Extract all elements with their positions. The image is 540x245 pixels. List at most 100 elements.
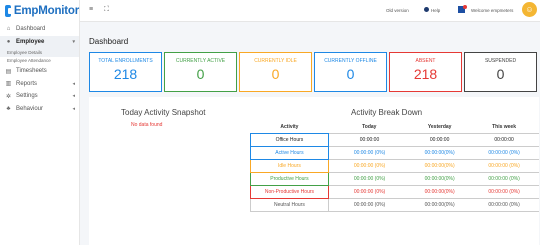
this-week-cell: 00:00:00 (0%) — [469, 158, 539, 173]
sidebar-subitem-employee-attendance[interactable]: Employee Attendance — [0, 57, 79, 66]
card-value: 0 — [271, 66, 280, 82]
card-value: 0 — [196, 66, 205, 82]
empmonitor-logo-icon — [5, 5, 14, 17]
breakdown-title: Activity Break Down — [351, 108, 423, 117]
this-week-cell: 00:00:00 (0%) — [469, 184, 539, 199]
sidebar-item-timesheets[interactable]: ▤ Timesheets — [0, 65, 79, 78]
card-label: CURRENTLY OFFLINE — [324, 58, 377, 64]
sidebar-subitem-label: Employee Attendance — [7, 58, 51, 64]
sidebar-item-label: Employee — [16, 38, 45, 45]
today-cell: 00:00:00 (0%) — [328, 171, 411, 186]
sidebar-item-label: Timesheets — [16, 68, 47, 75]
this-week-cell: 00:00:00 — [469, 132, 539, 147]
fullscreen-icon[interactable]: ⛶ — [104, 6, 109, 14]
stat-cards: TOTAL ENROLLMENTS 218 CURRENTLY ACTIVE 0… — [89, 52, 537, 92]
yesterday-cell: 00:00:00(0%) — [410, 145, 470, 160]
sidebar-subitem-employee-details[interactable]: Employee Details — [0, 48, 79, 57]
activity-breakdown-table: Activity Today Yesterday This week Offic… — [250, 122, 539, 212]
welcome-text: Welcome empmeters — [471, 8, 514, 13]
card-value: 218 — [113, 66, 138, 82]
card-label: ABSENT — [415, 58, 436, 64]
card-suspended[interactable]: SUSPENDED 0 — [464, 52, 537, 92]
notification-badge — [463, 5, 467, 9]
sidebar-item-label: Behaviour — [16, 105, 44, 112]
table-row: Idle Hours 00:00:00 (0%) 00:00:00(0%) 00:00… — [250, 158, 539, 173]
table-row: Active Hours 00:00:00 (0%) 00:00:00(0%) 00:… — [250, 145, 539, 160]
column-header-today: Today — [362, 124, 377, 131]
logo[interactable]: EmpMonitor — [0, 0, 79, 22]
activity-cell: Non-Productive Hours — [250, 184, 329, 199]
card-value: 0 — [346, 66, 355, 82]
table-row: Neutral Hours 00:00:00 (0%) 00:00:00(0%) 00… — [250, 197, 539, 212]
help-icon — [424, 7, 429, 12]
menu-icon[interactable]: ≡ — [89, 6, 93, 13]
sidebar: EmpMonitor ⌂ Dashboard ● Employee ▾ Empl… — [0, 0, 80, 245]
today-cell: 00:00:00 (0%) — [328, 145, 411, 160]
users-icon: ♣ — [6, 105, 11, 112]
this-week-cell: 00:00:00 (0%) — [469, 145, 539, 160]
chevron-left-icon: ◂ — [72, 80, 75, 87]
sidebar-item-dashboard[interactable]: ⌂ Dashboard — [0, 23, 79, 36]
no-data-message: No data found — [131, 122, 163, 128]
snapshot-title: Today Activity Snapshot — [121, 108, 206, 117]
activity-cell: Neutral Hours — [250, 197, 329, 212]
card-value: 0 — [496, 66, 505, 82]
card-value: 218 — [413, 66, 438, 82]
card-currently-active[interactable]: CURRENTLY ACTIVE 0 — [164, 52, 237, 92]
yesterday-cell: 00:00:00 — [410, 132, 470, 147]
sidebar-subitem-label: Employee Details — [7, 49, 43, 55]
today-cell: 00:00:00 (0%) — [328, 158, 411, 173]
clipboard-icon: ▤ — [5, 68, 12, 75]
logo-text: EmpMonitor — [13, 5, 79, 17]
yesterday-cell: 00:00:00(0%) — [410, 184, 470, 199]
page-title: Dashboard — [89, 37, 129, 46]
sidebar-item-employee[interactable]: ● Employee ▾ — [0, 35, 79, 48]
column-header-this-week: This week — [492, 124, 516, 131]
activity-cell: Productive Hours — [250, 171, 329, 186]
home-icon: ⌂ — [6, 26, 11, 33]
yesterday-cell: 00:00:00(0%) — [410, 171, 470, 186]
table-header-row: Activity Today Yesterday This week — [251, 122, 540, 133]
column-header-activity: Activity — [280, 124, 299, 131]
user-icon: ● — [6, 38, 11, 45]
column-header-yesterday: Yesterday — [427, 124, 452, 131]
chevron-left-icon: ◂ — [72, 105, 75, 112]
old-version-link[interactable]: Old version — [386, 8, 409, 13]
avatar[interactable]: ☺ — [522, 2, 537, 17]
table-row: Productive Hours 00:00:00 (0%) 00:00:00(0%… — [250, 171, 539, 186]
chevron-left-icon: ◂ — [72, 93, 75, 100]
card-total-enrollments[interactable]: TOTAL ENROLLMENTS 218 — [89, 52, 162, 92]
today-cell: 00:00:00 (0%) — [328, 184, 411, 199]
card-label: CURRENTLY ACTIVE — [175, 58, 226, 64]
sidebar-item-settings[interactable]: ✲ Settings ◂ — [0, 90, 79, 103]
gear-icon: ✲ — [5, 93, 12, 100]
activity-cell: Office Hours — [250, 132, 329, 147]
table-row: Office Hours 00:00:00 00:00:00 00:00:00 — [250, 132, 539, 147]
card-absent[interactable]: ABSENT 218 — [389, 52, 462, 92]
help-link[interactable]: Help — [431, 8, 440, 13]
activity-cell: Active Hours — [250, 145, 329, 160]
card-label: TOTAL ENROLLMENTS — [98, 58, 153, 64]
sidebar-item-reports[interactable]: ▥ Reports ◂ — [0, 78, 79, 91]
sidebar-item-label: Reports — [16, 80, 38, 87]
today-cell: 00:00:00 (0%) — [328, 197, 411, 212]
table-row: Non-Productive Hours 00:00:00 (0%) 00:00:0… — [250, 184, 539, 199]
yesterday-cell: 00:00:00(0%) — [410, 158, 470, 173]
card-label: CURRENTLY IDLE — [254, 58, 297, 64]
card-currently-idle[interactable]: CURRENTLY IDLE 0 — [239, 52, 312, 92]
card-label: SUSPENDED — [484, 58, 517, 64]
sidebar-item-label: Settings — [16, 93, 38, 100]
this-week-cell: 00:00:00 (0%) — [469, 197, 539, 212]
yesterday-cell: 00:00:00(0%) — [410, 197, 470, 212]
this-week-cell: 00:00:00 (0%) — [469, 171, 539, 186]
chevron-down-icon: ▾ — [72, 38, 75, 45]
sidebar-item-label: Dashboard — [16, 26, 46, 33]
sidebar-nav: ⌂ Dashboard ● Employee ▾ Employee Detail… — [0, 23, 79, 115]
report-icon: ▥ — [5, 81, 12, 88]
topbar: ≡ ⛶ Old version Help Welcome empmeters ☺ — [80, 0, 540, 22]
card-currently-offline[interactable]: CURRENTLY OFFLINE 0 — [314, 52, 387, 92]
activity-cell: Idle Hours — [250, 158, 329, 173]
sidebar-item-behaviour[interactable]: ♣ Behaviour ◂ — [0, 103, 79, 116]
activity-panel: Today Activity Snapshot No data found Ac… — [89, 97, 539, 245]
today-cell: 00:00:00 — [328, 132, 411, 147]
